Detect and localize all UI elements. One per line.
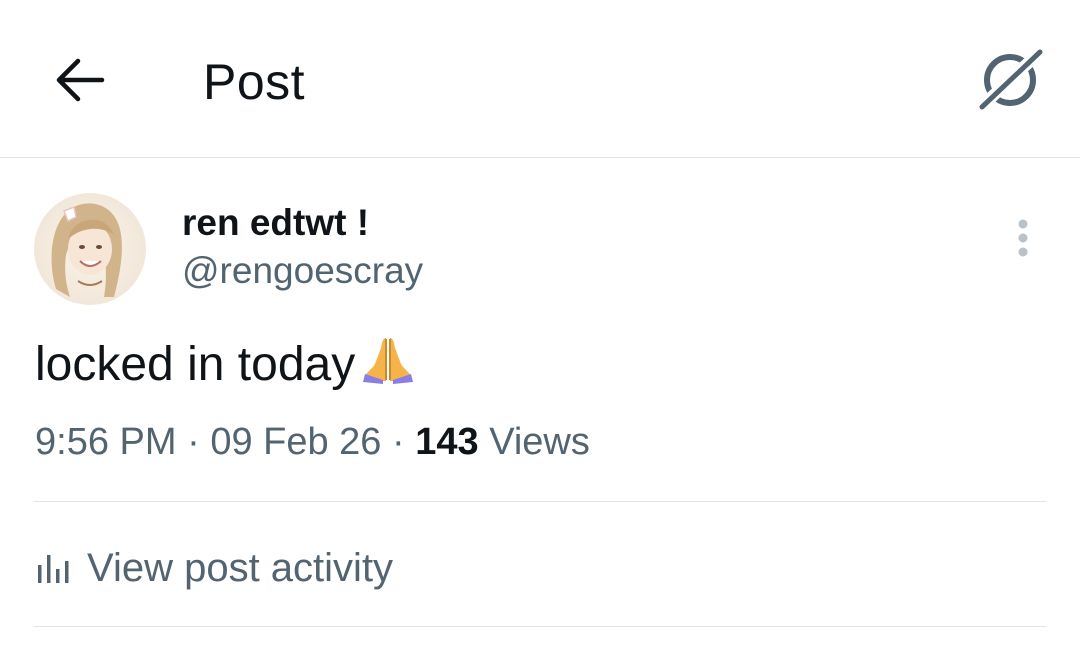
arrow-left-icon <box>56 58 105 102</box>
views-label: Views <box>478 421 590 463</box>
avatar[interactable] <box>34 193 146 305</box>
folded-hands-emoji <box>361 334 415 398</box>
post-date: 09 Feb 26 <box>210 421 382 463</box>
post-time: 9:56 PM <box>35 421 177 463</box>
divider <box>34 626 1046 627</box>
grok-icon <box>974 44 1048 114</box>
avatar-image <box>34 193 146 305</box>
author-handle[interactable]: @rengoescray <box>182 248 423 294</box>
analytics-bar-icon <box>38 555 69 583</box>
more-options-button[interactable] <box>1004 214 1042 262</box>
views-count: 143 <box>415 421 479 463</box>
back-button[interactable] <box>50 50 110 110</box>
divider <box>34 501 1046 502</box>
top-bar: Post <box>0 0 1080 158</box>
view-post-activity-label: View post activity <box>87 546 394 590</box>
grok-button[interactable] <box>974 44 1048 114</box>
view-post-activity-button[interactable]: View post activity <box>35 540 393 596</box>
post-body: locked in today <box>35 334 415 398</box>
more-vertical-icon <box>1018 219 1028 257</box>
author-display-name[interactable]: ren edtwt ! <box>182 200 369 246</box>
post-text: locked in today <box>35 338 356 391</box>
meta-separator: · <box>176 421 211 463</box>
meta-separator: · <box>381 421 416 463</box>
post-metadata: 9:56 PM · 09 Feb 26 · 143 Views <box>35 418 590 466</box>
page-title: Post <box>203 54 306 110</box>
